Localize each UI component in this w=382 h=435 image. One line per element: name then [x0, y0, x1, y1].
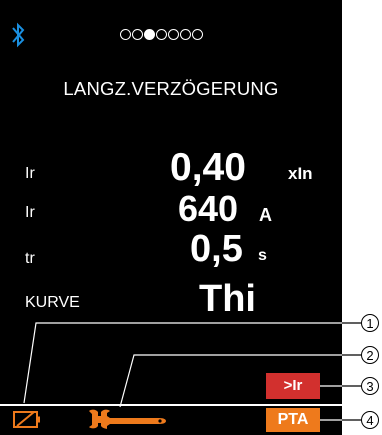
callout-4: 4: [361, 411, 379, 429]
callout-leaders: [23, 322, 361, 421]
callout-1: 1: [361, 314, 379, 332]
callout-3: 3: [361, 377, 379, 395]
callout-2: 2: [361, 346, 379, 364]
